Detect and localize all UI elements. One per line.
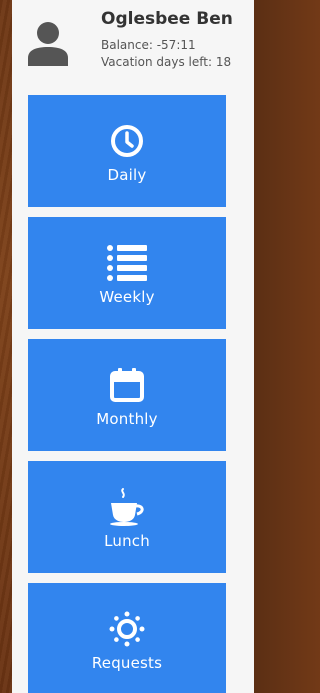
vacation-days-text: Vacation days left: 18: [101, 55, 232, 69]
balance-text: Balance: -57:11: [101, 38, 196, 52]
monthly-button[interactable]: Monthly: [28, 339, 226, 451]
requests-button[interactable]: Requests: [28, 583, 226, 693]
user-header: Oglesbee Ben Balance: -57:11 Vacation da…: [12, 0, 254, 80]
coffee-cup-icon: [110, 488, 144, 526]
monthly-label: Monthly: [96, 410, 158, 428]
sun-icon: [109, 611, 145, 647]
requests-label: Requests: [91, 654, 163, 672]
daily-label: Daily: [107, 166, 147, 184]
clock-icon: [111, 125, 143, 157]
avatar-icon: [28, 22, 68, 66]
calendar-icon: [110, 368, 144, 402]
daily-button[interactable]: Daily: [28, 95, 226, 207]
weekly-label: Weekly: [99, 288, 155, 306]
weekly-button[interactable]: Weekly: [28, 217, 226, 329]
lunch-button[interactable]: Lunch: [28, 461, 226, 573]
lunch-label: Lunch: [104, 532, 150, 550]
sidebar-panel: Oglesbee Ben Balance: -57:11 Vacation da…: [12, 0, 254, 693]
list-icon: [107, 245, 147, 281]
user-name: Oglesbee Ben: [101, 9, 233, 29]
